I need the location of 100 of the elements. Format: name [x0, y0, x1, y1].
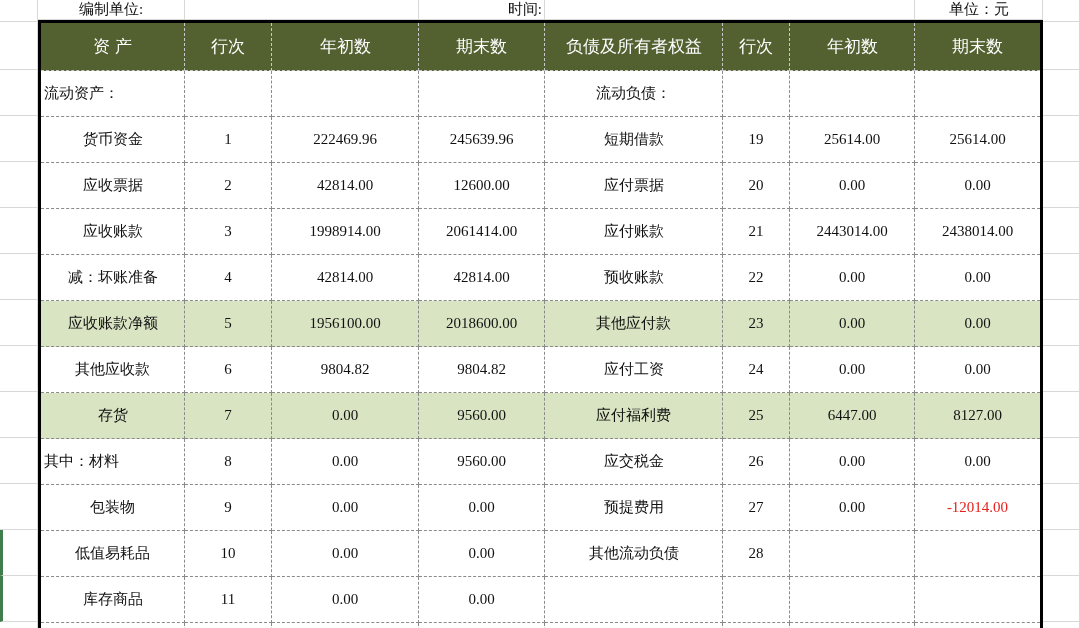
closing-amount: 9560.00 [457, 407, 506, 424]
row-label: 其他流动负债 [588, 544, 679, 563]
opening-amount: 0.00 [838, 499, 866, 516]
row-number: 22 [748, 269, 764, 286]
opening-amount: 0.00 [331, 499, 359, 516]
grid-cell [1043, 346, 1080, 392]
grid-cell [1043, 116, 1080, 162]
grid-cell [1043, 484, 1080, 530]
row-number: 10 [220, 545, 236, 562]
currency-label: 单位：元 [948, 0, 1009, 19]
closing-amount: 9804.82 [457, 361, 506, 378]
grid-cell [1043, 0, 1080, 22]
grid-cell [0, 162, 38, 208]
opening-amount: 0.00 [331, 453, 359, 470]
opening-amount: 0.00 [838, 453, 866, 470]
row-label: 预提费用 [603, 498, 664, 517]
row-number: 9 [224, 499, 232, 516]
opening-amount: 6447.00 [827, 407, 877, 424]
opening-amount: 0.00 [331, 591, 359, 608]
row-number: 25 [748, 407, 764, 424]
opening-amount: 1956100.00 [309, 315, 381, 332]
grid-cell [0, 254, 38, 300]
row-number: 27 [748, 499, 764, 516]
grid-cell [1043, 162, 1080, 208]
grid-cell [0, 70, 38, 116]
closing-amount: 8127.00 [953, 407, 1002, 424]
opening-amount: 0.00 [331, 545, 359, 562]
grid-cell [1043, 208, 1080, 254]
row-label: 应收账款 [82, 222, 143, 241]
row-number: 3 [224, 223, 232, 240]
opening-amount: 9804.82 [320, 361, 370, 378]
opening-amount: 25614.00 [823, 131, 881, 148]
opening-amount: 42814.00 [316, 269, 374, 286]
closing-amount: 25614.00 [949, 131, 1006, 148]
grid-cell [1043, 438, 1080, 484]
opening-amount: 2443014.00 [816, 223, 888, 240]
row-number: 2 [224, 177, 232, 194]
row-number: 23 [748, 315, 764, 332]
grid-cell [1043, 254, 1080, 300]
row-label: 流动资产： [44, 84, 119, 103]
closing-amount: 0.00 [964, 177, 991, 194]
row-number: 20 [748, 177, 764, 194]
row-label: 应收账款净额 [67, 314, 158, 333]
row-label: 其他应收款 [75, 360, 150, 379]
row-number: 19 [748, 131, 764, 148]
grid-cell [1043, 22, 1080, 70]
grid-cell [0, 300, 38, 346]
grid-cell [0, 530, 38, 576]
row-label: 应交税金 [603, 452, 664, 471]
grid-cell [0, 484, 38, 530]
row-label: 应付工资 [603, 360, 664, 379]
row-number: 26 [748, 453, 764, 470]
row-number: 8 [224, 453, 232, 470]
grid-cell [0, 208, 38, 254]
row-number: 1 [224, 131, 232, 148]
row-number: 4 [224, 269, 232, 286]
closing-amount: 0.00 [468, 591, 495, 608]
grid-cell [1043, 392, 1080, 438]
closing-amount: 0.00 [468, 499, 495, 516]
opening-amount: 0.00 [838, 177, 866, 194]
row-label: 流动负债： [596, 84, 671, 103]
row-number: 6 [224, 361, 232, 378]
row-label: 其中：材料 [44, 452, 119, 471]
unit-label: 编制单位: [78, 0, 144, 19]
closing-amount: 0.00 [468, 545, 495, 562]
row-label: 短期借款 [603, 130, 664, 149]
row-label: 库存商品 [82, 590, 143, 609]
opening-amount: 1998914.00 [309, 223, 381, 240]
grid-cell [0, 22, 38, 70]
row-label: 应付票据 [603, 176, 664, 195]
row-label: 存货 [97, 406, 128, 425]
row-number: 5 [224, 315, 232, 332]
opening-amount: 0.00 [838, 315, 866, 332]
grid-cell [1043, 530, 1080, 576]
closing-amount: 2018600.00 [445, 315, 518, 332]
grid-cell [1043, 300, 1080, 346]
opening-amount: 222469.96 [313, 131, 377, 148]
row-label: 应收票据 [82, 176, 143, 195]
closing-amount: 0.00 [964, 315, 991, 332]
row-label: 低值易耗品 [75, 544, 150, 563]
grid-cell [0, 438, 38, 484]
grid-cell [0, 346, 38, 392]
row-number: 7 [224, 407, 232, 424]
row-label: 应付账款 [603, 222, 664, 241]
row-label: 包装物 [90, 498, 135, 517]
row-label: 应付福利费 [596, 406, 671, 425]
opening-amount: 42814.00 [316, 177, 374, 194]
grid-cell [0, 392, 38, 438]
row-number: 28 [748, 545, 764, 562]
closing-amount: -12014.00 [946, 499, 1009, 516]
closing-amount: 0.00 [964, 453, 991, 470]
closing-amount: 245639.96 [449, 131, 514, 148]
row-number: 11 [220, 591, 236, 608]
row-number: 21 [748, 223, 764, 240]
closing-amount: 2438014.00 [941, 223, 1014, 240]
row-label: 其他应付款 [596, 314, 671, 333]
row-label: 预收账款 [603, 268, 664, 287]
closing-amount: 0.00 [964, 269, 991, 286]
closing-amount: 0.00 [964, 361, 991, 378]
date-label: 时间: [507, 0, 542, 19]
